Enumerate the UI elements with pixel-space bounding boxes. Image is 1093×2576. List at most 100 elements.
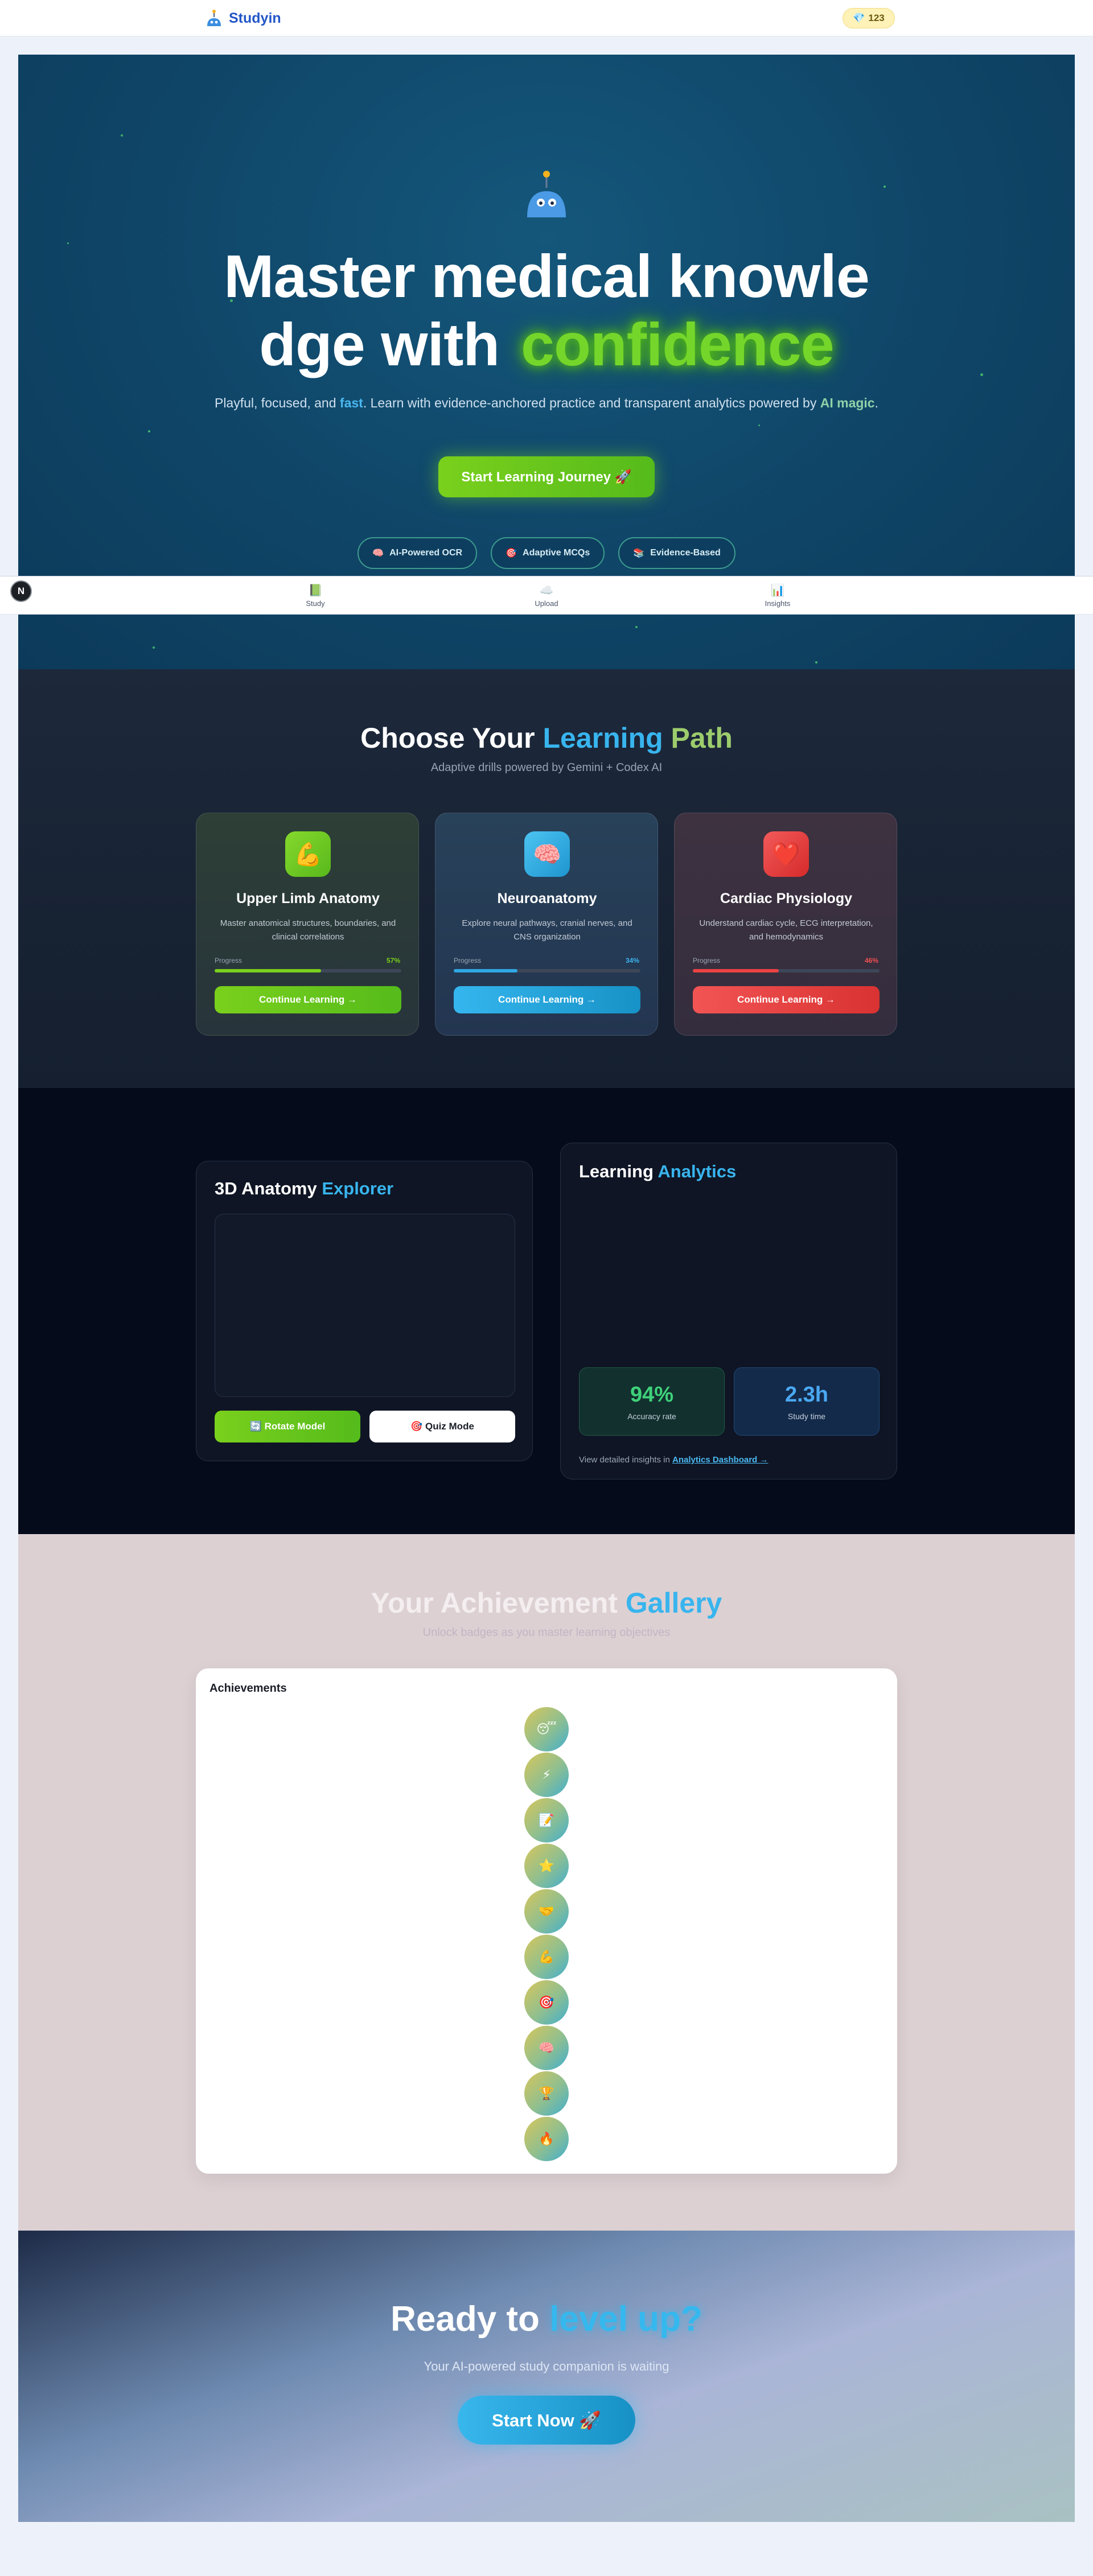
paths-title-path: Path — [663, 722, 733, 754]
3d-model-viewer[interactable] — [215, 1214, 515, 1397]
progress-label: Progress — [215, 957, 243, 965]
feature-pill-label: AI-Powered OCR — [389, 548, 463, 558]
achievement-gallery-section: Your Achievement Gallery Unlock badges a… — [18, 1534, 1075, 2231]
target-icon: 🎯 — [506, 549, 517, 558]
rotate-model-button[interactable]: 🔄 Rotate Model — [215, 1411, 360, 1442]
ready-section: Ready to level up? Your AI-powered study… — [18, 2231, 1075, 2522]
path-card-cardiac[interactable]: ❤️ Cardiac Physiology Understand cardiac… — [674, 813, 897, 1036]
analytics-dashboard-link[interactable]: Analytics Dashboard → — [672, 1455, 768, 1465]
hero-subtitle-text: . Learn with evidence-anchored practice … — [363, 395, 820, 410]
progress-value: 46% — [864, 957, 878, 965]
flexed-arm-badge-icon[interactable]: 💪 — [524, 1935, 569, 1979]
nav-label: Study — [306, 599, 325, 608]
path-card-description: Explore neural pathways, cranial nerves,… — [462, 918, 632, 942]
nav-upload[interactable]: ☁️ Upload — [512, 581, 581, 611]
gallery-title-text: Your Achievement — [371, 1587, 626, 1619]
logo-text: Studyin — [229, 10, 281, 26]
ready-title: Ready to level up? — [18, 2299, 1075, 2339]
gem-count: 123 — [868, 13, 885, 23]
progress-fill — [215, 969, 321, 972]
nav-label: Insights — [765, 599, 791, 608]
bottom-nav-bar: 📗 Study ☁️ Upload 📊 Insights — [0, 576, 1093, 615]
decor-dot — [884, 186, 886, 188]
achievements-panel: Achievements 😴 ⚡ 📝 ⭐ 🤝 💪 🎯 🧠 🏆 🔥 — [196, 1668, 897, 2174]
fire-badge-icon[interactable]: 🔥 — [524, 2117, 569, 2161]
paths-subtitle: Adaptive drills powered by Gemini + Code… — [430, 761, 663, 774]
hero-subtitle-fast: fast — [339, 395, 363, 410]
hero-title: Master medical knowle dge with confidence — [18, 242, 1075, 379]
path-card-title: Neuroanatomy — [497, 891, 597, 906]
paths-title-text: Choose Your — [360, 722, 543, 754]
study-time-stat-card: 2.3h Study time — [734, 1367, 880, 1436]
trophy-badge-icon[interactable]: 🏆 — [524, 2071, 569, 2116]
continue-learning-button[interactable]: Continue Learning → — [215, 986, 401, 1013]
target-badge-icon[interactable]: 🎯 — [524, 1980, 569, 2025]
bar-chart-icon: 📊 — [770, 584, 785, 597]
flexed-arm-icon: 💪 — [285, 831, 331, 877]
heart-icon: ❤️ — [763, 831, 809, 877]
feature-pill-label: Adaptive MCQs — [523, 548, 590, 558]
start-learning-button[interactable]: Start Learning Journey 🚀 — [438, 456, 655, 497]
continue-learning-button[interactable]: Continue Learning → — [454, 986, 640, 1013]
decor-dot — [815, 661, 817, 663]
brain-badge-icon[interactable]: 🧠 — [524, 2026, 569, 2070]
progress-label: Progress — [693, 957, 721, 965]
memo-badge-icon[interactable]: 📝 — [524, 1798, 569, 1843]
continue-learning-button[interactable]: Continue Learning → — [693, 986, 880, 1013]
learning-analytics-panel: Learning Analytics 94% Accuracy rate 2.3… — [560, 1143, 897, 1479]
analytics-dashboard-hint: View detailed insights in Analytics Dash… — [579, 1455, 768, 1465]
badge-list: 😴 ⚡ 📝 ⭐ 🤝 💪 🎯 🧠 🏆 🔥 — [196, 1707, 897, 2161]
path-card-upper-limb[interactable]: 💪 Upper Limb Anatomy Master anatomical s… — [196, 813, 419, 1036]
nav-study[interactable]: 📗 Study — [281, 581, 350, 611]
hero-title-line1: Master medical knowle — [224, 243, 870, 310]
hero-title-line2: dge with — [259, 311, 500, 378]
path-card-description: Understand cardiac cycle, ECG interpreta… — [699, 918, 873, 942]
lightning-badge-icon[interactable]: ⚡ — [524, 1753, 569, 1797]
brain-icon: 🧠 — [372, 549, 384, 558]
top-bar: Studyin 💎 123 — [0, 0, 1093, 36]
paths-title: Choose Your Learning Path — [18, 722, 1075, 755]
analytics-title-highlight: Analytics — [658, 1161, 737, 1181]
ready-subtitle: Your AI-powered study companion is waiti… — [424, 2359, 669, 2373]
study-time-value: 2.3h — [784, 1382, 829, 1407]
cloud-icon: ☁️ — [539, 584, 554, 597]
decor-dot — [153, 646, 155, 649]
progress-value: 57% — [386, 957, 400, 965]
progress-value: 34% — [625, 957, 639, 965]
path-card-neuroanatomy[interactable]: 🧠 Neuroanatomy Explore neural pathways, … — [435, 813, 658, 1036]
path-card-title: Cardiac Physiology — [720, 891, 853, 906]
analytics-title-text: Learning — [579, 1161, 658, 1181]
gem-icon: 💎 — [853, 13, 865, 23]
quiz-mode-button[interactable]: 🎯 Quiz Mode — [369, 1411, 515, 1442]
feature-pill-evidence: 📚 Evidence-Based — [618, 537, 735, 569]
avatar[interactable]: N — [10, 580, 32, 602]
brain-icon: 🧠 — [524, 831, 570, 877]
start-now-button[interactable]: Start Now 🚀 — [458, 2396, 635, 2445]
explorer-analytics-section: 3D Anatomy Explorer 🔄 Rotate Model 🎯 Qui… — [18, 1088, 1075, 1534]
sleeping-badge-icon[interactable]: 😴 — [524, 1707, 569, 1751]
gallery-subtitle: Unlock badges as you master learning obj… — [422, 1626, 671, 1639]
nav-insights[interactable]: 📊 Insights — [743, 581, 812, 611]
study-time-label: Study time — [787, 1411, 826, 1421]
gallery-title-highlight: Gallery — [625, 1587, 722, 1619]
progress-track — [693, 969, 880, 972]
analytics-title: Learning Analytics — [579, 1161, 736, 1182]
decor-dot — [758, 424, 760, 426]
progress-track — [215, 969, 401, 972]
progress-fill — [693, 969, 779, 972]
nav-label: Upload — [535, 599, 558, 608]
progress-fill — [454, 969, 517, 972]
star-badge-icon[interactable]: ⭐ — [524, 1844, 569, 1888]
logo[interactable]: Studyin — [205, 8, 281, 28]
gem-counter-badge[interactable]: 💎 123 — [843, 8, 895, 28]
hero-subtitle-ai: AI magic — [820, 395, 875, 410]
decor-dot — [635, 626, 638, 628]
learning-paths-section: Choose Your Learning Path Adaptive drill… — [18, 669, 1075, 1088]
gallery-title: Your Achievement Gallery — [18, 1586, 1075, 1619]
handshake-badge-icon[interactable]: 🤝 — [524, 1889, 569, 1934]
progress-label: Progress — [454, 957, 482, 965]
accuracy-stat-card: 94% Accuracy rate — [579, 1367, 725, 1436]
anatomy-explorer-panel: 3D Anatomy Explorer 🔄 Rotate Model 🎯 Qui… — [196, 1161, 533, 1461]
book-icon: 📗 — [308, 584, 323, 597]
analytics-hint-text: View detailed insights in — [579, 1455, 672, 1465]
